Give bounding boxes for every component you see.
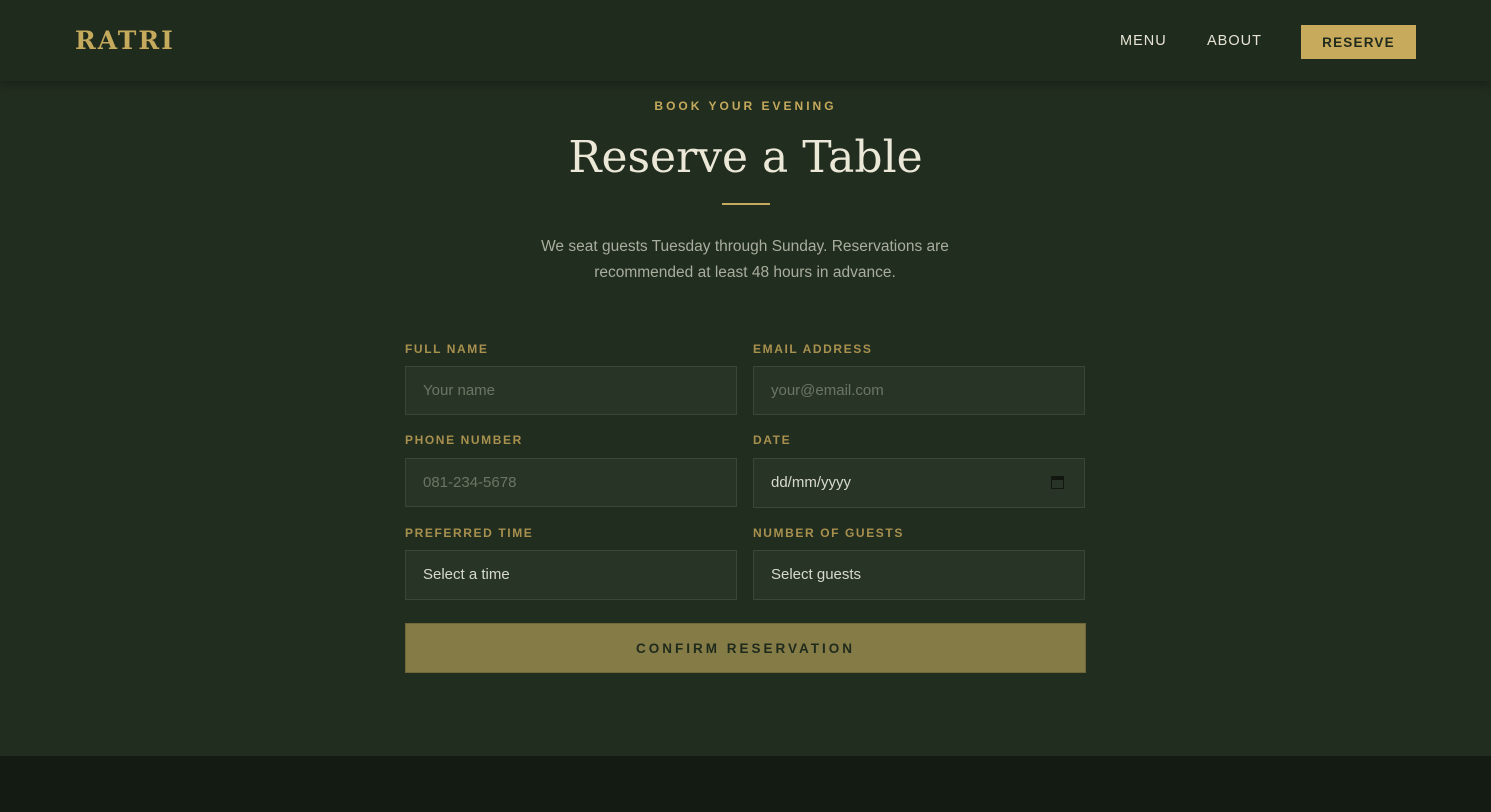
calendar-icon[interactable]	[1051, 476, 1064, 489]
intro-text: We seat guests Tuesday through Sunday. R…	[541, 238, 949, 281]
phone-label: PHONE NUMBER	[405, 433, 523, 447]
nav-link-menu[interactable]: MENU	[1120, 32, 1167, 50]
page-title: Reserve a Table	[568, 132, 923, 183]
date-input[interactable]: dd/mm/yyyy	[753, 458, 1085, 508]
full-name-label: FULL NAME	[405, 342, 489, 356]
page-footer	[0, 756, 1491, 812]
confirm-reservation-button[interactable]: CONFIRM RESERVATION	[405, 623, 1086, 673]
time-label: PREFERRED TIME	[405, 526, 534, 540]
full-name-input[interactable]	[405, 366, 737, 415]
nav-link-about[interactable]: ABOUT	[1207, 32, 1262, 50]
guests-select[interactable]: Select guests	[753, 550, 1085, 600]
date-value: dd/mm/yyyy	[771, 474, 852, 491]
brand-logo[interactable]: RATRI	[75, 26, 175, 56]
title-divider	[722, 203, 770, 205]
time-select[interactable]: Select a time	[405, 550, 737, 600]
date-label: DATE	[753, 433, 792, 447]
guests-label: NUMBER OF GUESTS	[753, 526, 904, 540]
nav-reserve-button[interactable]: RESERVE	[1301, 25, 1416, 59]
email-input[interactable]	[753, 366, 1085, 415]
section-eyebrow: BOOK YOUR EVENING	[654, 99, 837, 113]
phone-input[interactable]	[405, 458, 737, 507]
time-select-value: Select a time	[423, 566, 510, 583]
email-label: EMAIL ADDRESS	[753, 342, 873, 356]
top-navbar: RATRI MENU ABOUT RESERVE	[0, 0, 1491, 81]
guests-select-value: Select guests	[771, 566, 862, 583]
